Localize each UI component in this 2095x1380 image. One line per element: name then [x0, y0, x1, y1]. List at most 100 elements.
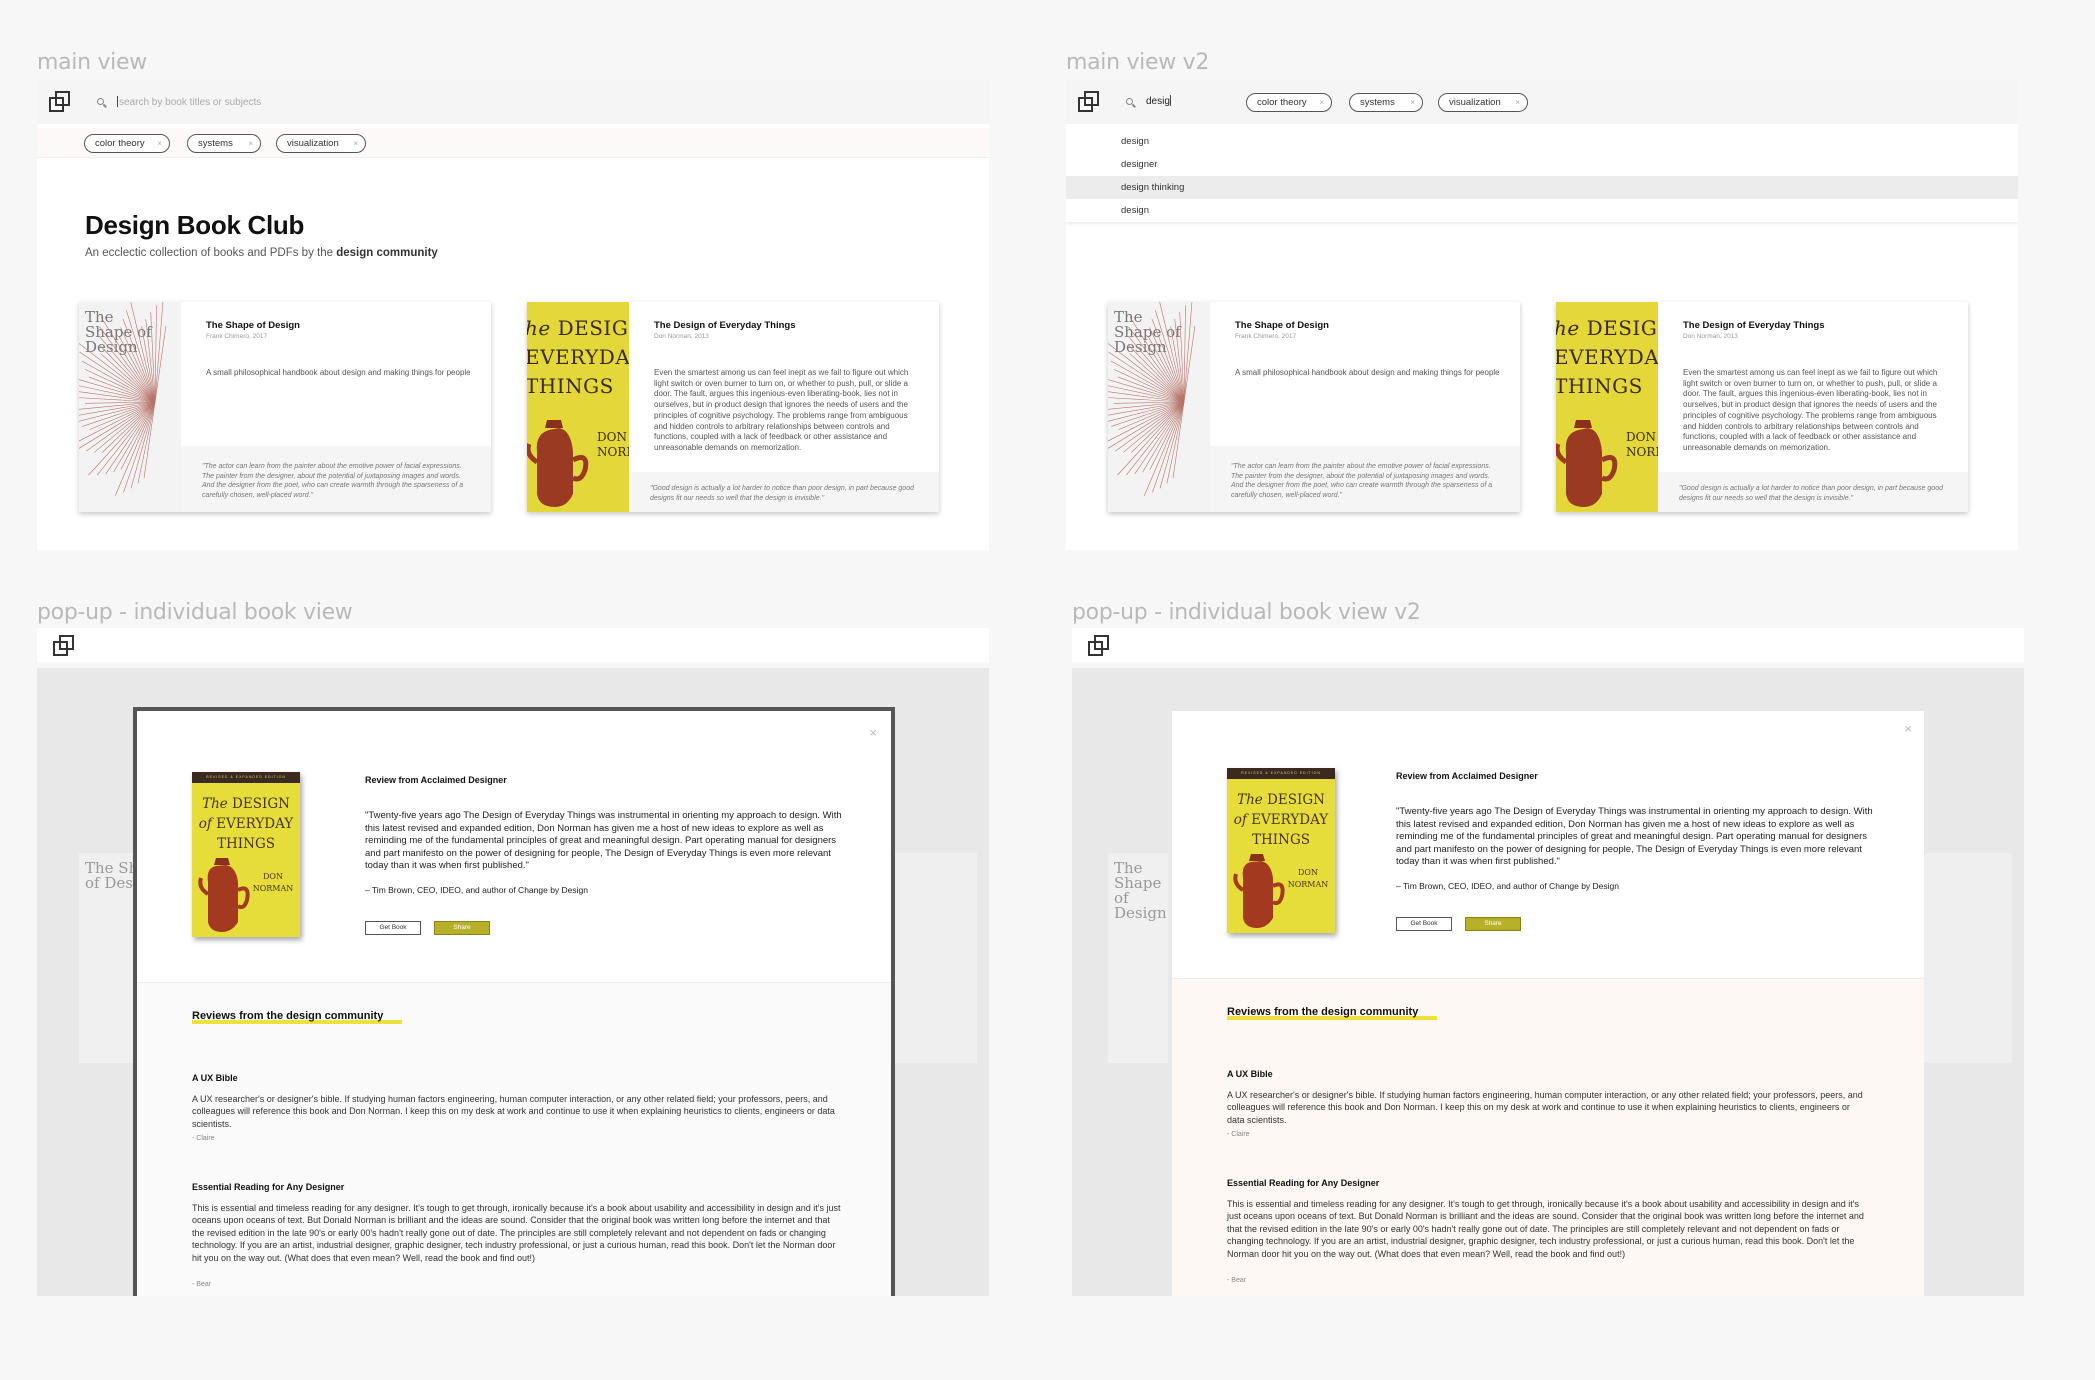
- top-bar: search by book titles or subjects: [37, 80, 989, 124]
- logo-icon[interactable]: [53, 635, 75, 657]
- get-book-button[interactable]: Get Book: [365, 921, 421, 935]
- search-placeholder: search by book titles or subjects: [119, 97, 262, 108]
- burst-line: [1183, 325, 1196, 403]
- review-body: This is essential and timeless reading f…: [1227, 1199, 1864, 1259]
- teapot-illustration: [1233, 854, 1285, 928]
- teapot-illustration: [1556, 420, 1618, 507]
- cover-author: DON NORMAN: [252, 872, 294, 893]
- book-cover: he DESIGNEVERYDAYTHINGS DONNORMA: [1556, 302, 1658, 512]
- book-quote: "Good design is actually a lot harder to…: [629, 472, 939, 512]
- review-body: This is essential and timeless reading f…: [192, 1203, 841, 1263]
- frame-label-popup: pop-up - individual book view: [37, 600, 353, 625]
- review-author: - Claire: [192, 1135, 215, 1142]
- burst-line: [1129, 353, 1185, 403]
- search-input[interactable]: desig: [1146, 95, 1172, 107]
- search-input[interactable]: search by book titles or subjects: [117, 96, 261, 108]
- community-reviews-heading: Reviews from the design community: [192, 1010, 384, 1022]
- chip-close-icon[interactable]: ×: [1515, 94, 1520, 111]
- page-subtitle: An ecclectic collection of books and PDF…: [85, 247, 438, 259]
- review-heading: Review from Acclaimed Designer: [1396, 771, 1538, 781]
- burst-line: [154, 325, 167, 403]
- close-icon[interactable]: ×: [1904, 721, 1912, 736]
- review-title: Essential Reading for Any Designer: [1227, 1178, 1380, 1188]
- burst-line: [100, 353, 156, 403]
- top-bar: desig color theory × systems × visualizati…: [1066, 80, 2018, 124]
- chip-color-theory[interactable]: color theory ×: [1246, 93, 1332, 112]
- logo-icon[interactable]: [49, 91, 71, 113]
- review-author: - Claire: [1227, 1131, 1250, 1138]
- book-quote: "The actor can learn from the painter ab…: [1210, 446, 1520, 512]
- book-meta: Don Norman, 2013: [1683, 333, 1738, 340]
- suggestion-item[interactable]: design: [1066, 130, 2018, 153]
- chip-close-icon[interactable]: ×: [353, 135, 358, 152]
- chip-label: visualization: [1449, 97, 1501, 108]
- book-meta: Frank Chimero, 2017: [1235, 333, 1297, 340]
- book-cover: he DESIGNEVERYDAYTHINGS DONNORMA: [527, 302, 629, 512]
- frame-label-popup-v2: pop-up - individual book view v2: [1072, 600, 1421, 625]
- top-bar: [37, 628, 989, 662]
- search-icon: [1126, 98, 1136, 108]
- search-icon: [97, 98, 107, 108]
- chip-close-icon[interactable]: ×: [157, 135, 162, 152]
- review-title: Essential Reading for Any Designer: [192, 1182, 345, 1192]
- community-reviews-section: Reviews from the design community A UX B…: [137, 982, 891, 1296]
- book-title: The Shape of Design: [206, 320, 300, 331]
- share-button[interactable]: Share: [1465, 917, 1521, 931]
- close-icon[interactable]: ×: [869, 725, 877, 740]
- suggestion-item[interactable]: designer: [1066, 153, 2018, 176]
- book-card-design-everyday-things[interactable]: he DESIGNEVERYDAYTHINGS DONNORMA The Des…: [1556, 302, 1968, 512]
- main-view-frame: search by book titles or subjects color …: [37, 80, 989, 550]
- logo-icon[interactable]: [1088, 635, 1110, 657]
- subtitle-text: An ecclectic collection of books and PDF…: [85, 247, 334, 259]
- chip-visualization[interactable]: visualization ×: [276, 134, 366, 153]
- chip-color-theory[interactable]: color theory ×: [84, 134, 170, 153]
- review-attribution: – Tim Brown, CEO, IDEO, and author of Ch…: [365, 885, 588, 895]
- chip-label: visualization: [287, 138, 339, 149]
- book-title: The Design of Everyday Things: [1683, 320, 1825, 331]
- book-card-shape-of-design[interactable]: The Shape of Design The Shape of Design …: [1108, 302, 1520, 512]
- suggestion-item[interactable]: design: [1066, 199, 2018, 222]
- filter-chips-row: color theory × systems × visualization ×: [37, 128, 989, 158]
- burst-line: [1108, 401, 1185, 449]
- chip-label: color theory: [95, 138, 145, 149]
- community-reviews-section: Reviews from the design community A UX B…: [1172, 978, 1924, 1296]
- share-button[interactable]: Share: [434, 921, 490, 935]
- chip-close-icon[interactable]: ×: [1410, 94, 1415, 111]
- book-description: Even the smartest among us can feel inep…: [654, 368, 909, 452]
- review-heading: Review from Acclaimed Designer: [365, 775, 507, 785]
- review-title: A UX Bible: [192, 1073, 238, 1083]
- book-cover: The Shape of Design: [1108, 302, 1210, 512]
- review-body: A UX researcher's or designer's bible. I…: [192, 1094, 835, 1129]
- burst-line: [1108, 401, 1185, 422]
- book-meta: Don Norman, 2013: [654, 333, 709, 340]
- suggestion-item-active[interactable]: design thinking: [1066, 176, 2018, 199]
- frame-label-main: main view: [37, 50, 147, 75]
- search-suggestions-dropdown: design designer design thinking design: [1066, 124, 2018, 222]
- chip-visualization[interactable]: visualization ×: [1438, 93, 1528, 112]
- review-attribution: – Tim Brown, CEO, IDEO, and author of Ch…: [1396, 881, 1619, 891]
- chip-systems[interactable]: systems ×: [187, 134, 261, 153]
- community-reviews-heading: Reviews from the design community: [1227, 1006, 1419, 1018]
- ghost-cover-title: The Shape of Design: [1114, 859, 1167, 922]
- review-text: "Twenty-five years ago The Design of Eve…: [1396, 806, 1873, 868]
- line-burst-illustration: [1108, 302, 1196, 496]
- logo-icon[interactable]: [1078, 91, 1100, 113]
- burst-line: [79, 401, 156, 449]
- background-card-ghost: The Shape of Design: [1108, 853, 1168, 1063]
- teapot-illustration: [527, 420, 589, 507]
- get-book-button[interactable]: Get Book: [1396, 917, 1452, 931]
- main-view-v2-frame: desig color theory × systems × visualizati…: [1066, 80, 2018, 550]
- search-typed-text: desig: [1146, 96, 1170, 107]
- book-description: Even the smartest among us can feel inep…: [1683, 368, 1938, 452]
- book-description: A small philosophical handbook about des…: [206, 368, 471, 377]
- review-author: - Bear: [192, 1281, 212, 1288]
- book-card-design-everyday-things[interactable]: he DESIGNEVERYDAYTHINGS DONNORMA The Des…: [527, 302, 939, 512]
- chip-systems[interactable]: systems ×: [1349, 93, 1423, 112]
- book-cover: The Shape of Design: [79, 302, 181, 512]
- chip-close-icon[interactable]: ×: [1319, 94, 1324, 111]
- review-body: A UX researcher's or designer's bible. I…: [1227, 1090, 1863, 1125]
- book-card-shape-of-design[interactable]: The Shape of Design The Shape of Design …: [79, 302, 491, 512]
- chip-label: systems: [198, 138, 233, 149]
- page-title: Design Book Club: [85, 210, 305, 240]
- chip-close-icon[interactable]: ×: [248, 135, 253, 152]
